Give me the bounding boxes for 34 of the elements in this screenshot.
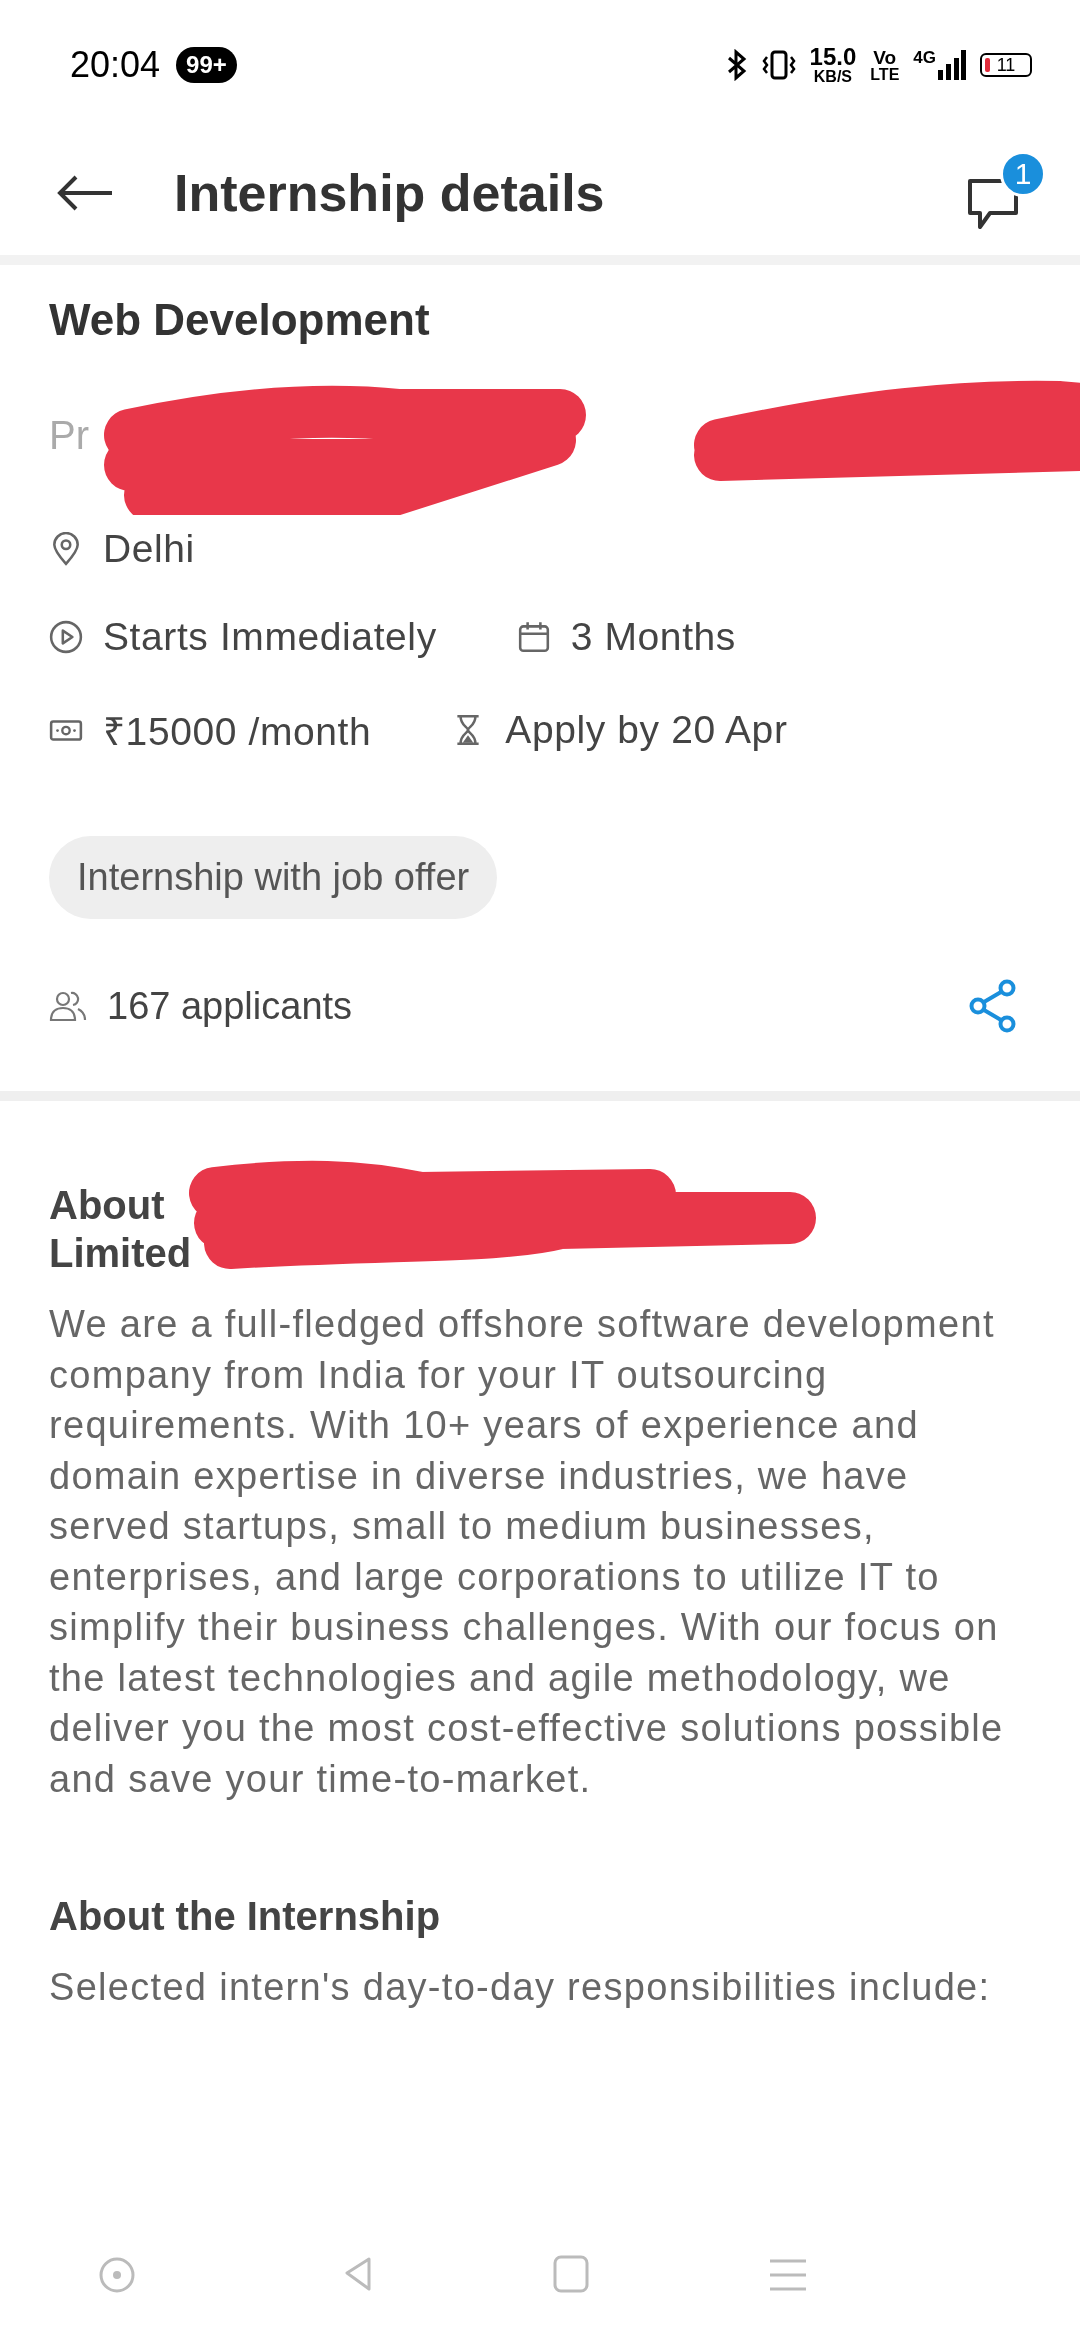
job-title: Web Development [49, 295, 431, 345]
detail-text: Apply by 20 Apr [505, 707, 788, 752]
back-arrow-icon [56, 174, 114, 211]
calendar-icon [516, 620, 551, 654]
section-heading: About the Internship [49, 1893, 442, 1940]
volte-indicator: Vo LTE [870, 47, 900, 83]
notification-badge: 99+ [176, 47, 237, 83]
signal-icon [938, 50, 966, 80]
share-button[interactable] [968, 979, 1018, 1033]
home-square-icon[interactable] [551, 2255, 591, 2295]
people-icon [49, 989, 87, 1023]
clock: 20:04 [70, 44, 161, 86]
page-title: Internship details [174, 162, 606, 223]
company-description: We are a full-fledged offshore software development company from India for your IT outsourcing requirements. With 10+ years of experience and domain expertise in diverse industries, we have served startups, small to medium businesses, enterprises, and large corporations to utilize IT to simplify their business challenges. With our focus on the latest technologies and agile methodology, we deliver you the most cost-effective solutions possible and save your time-to-market. [49, 1302, 1005, 1802]
vibrate-icon [761, 49, 796, 81]
bluetooth-icon [725, 49, 748, 81]
chat-button[interactable]: 1 [966, 150, 1046, 235]
play-circle-icon [49, 620, 83, 654]
section-heading: About [49, 1182, 166, 1229]
share-icon [968, 979, 1018, 1033]
back-button[interactable] [56, 174, 114, 211]
detail-text: Starts Immediately [103, 615, 437, 659]
job-offer-tag: Internship with job offer [49, 836, 498, 919]
applicant-count: 167 applicants [107, 984, 353, 1028]
network-speed: 15.0 KB/S [809, 45, 857, 85]
company-name: Pr [49, 413, 90, 459]
battery-indicator: 11 [980, 53, 1032, 77]
detail-text: Delhi [103, 527, 195, 571]
network-type: 4G [913, 48, 936, 68]
assistant-icon[interactable] [97, 2255, 137, 2295]
section-heading: Limited [49, 1230, 193, 1277]
detail-text: ₹15000 /month [103, 709, 372, 755]
detail-text: 3 Months [570, 615, 736, 659]
responsibilities-intro: Selected intern's day-to-day responsibilities include: [49, 1965, 992, 2010]
